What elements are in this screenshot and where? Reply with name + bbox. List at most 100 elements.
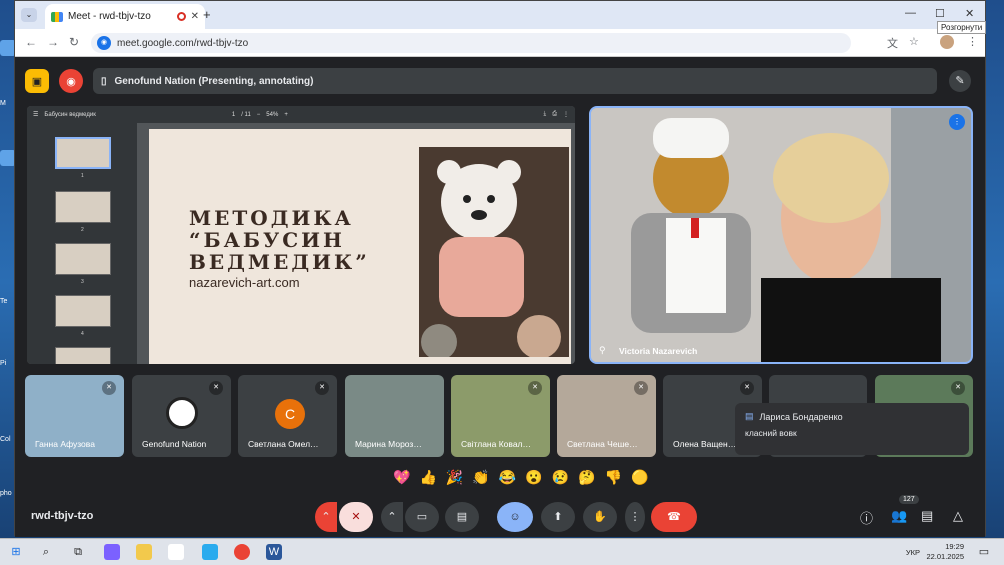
chat-notification[interactable]: ▤ Лариса Бондаренко класний вовк — [735, 403, 969, 455]
maximize-button[interactable]: ☐ — [935, 7, 945, 20]
store-icon[interactable] — [168, 544, 184, 560]
meeting-info-icon[interactable]: ⓘ — [860, 508, 873, 527]
reaction-thumbs-up[interactable]: 👍 — [419, 469, 436, 486]
leave-call-button[interactable]: ☎ — [651, 502, 697, 532]
reaction-bar: 💖 👍 🎉 👏 😂 😮 😢 🤔 👎 🟡 — [393, 469, 648, 486]
tab-search-button[interactable]: ⌄ — [21, 8, 37, 22]
recording-icon[interactable]: ◉ — [59, 69, 83, 93]
forward-icon[interactable]: → — [47, 35, 59, 49]
notifications-icon[interactable]: ▭ — [976, 544, 992, 560]
bookmark-star-icon[interactable]: ☆ — [909, 35, 919, 48]
new-tab-button[interactable]: + — [203, 7, 211, 22]
url-text: meet.google.com/rwd-tbjv-tzo — [117, 37, 249, 49]
task-view-icon[interactable]: ⧉ — [70, 544, 86, 560]
participant-avatar: С — [275, 399, 305, 429]
windows-taskbar: ⊞ ⌕ ⧉ W УКР 19:29 22.01.2025 ▭ — [0, 538, 1004, 565]
thumbnail-number: 3 — [81, 279, 84, 285]
pdf-zoom[interactable]: 54% — [266, 112, 278, 118]
download-icon[interactable]: ⤓ — [544, 111, 547, 118]
muted-mic-icon: ✕ — [634, 381, 648, 395]
close-window-button[interactable]: ✕ — [965, 7, 974, 20]
emoji-reactions-button[interactable]: ☺ — [497, 502, 533, 532]
participant-tile[interactable]: ✕ Ганна Афузова — [25, 375, 124, 457]
thumbnail-number: 1 — [81, 173, 84, 179]
participant-name: Светлана Омел… — [248, 439, 319, 449]
pdf-more-icon[interactable]: ⋮ — [563, 111, 569, 118]
copilot-icon[interactable] — [104, 544, 120, 560]
back-icon[interactable]: ← — [25, 35, 37, 49]
chrome-icon[interactable] — [234, 544, 250, 560]
reaction-thinking[interactable]: 🤔 — [578, 469, 595, 486]
minimize-button[interactable]: — — [905, 7, 916, 19]
clock-date: 22.01.2025 — [926, 552, 964, 561]
participant-tile[interactable]: ✕ Светлана Чеше… — [557, 375, 656, 457]
windows-start-icon[interactable]: ⊞ — [8, 544, 24, 560]
speaker-video-image — [591, 108, 971, 362]
pin-icon[interactable]: ⚲ — [599, 345, 606, 356]
page-thumbnail[interactable] — [55, 295, 111, 327]
more-options-icon[interactable]: ⋮ — [625, 502, 645, 532]
page-thumbnail[interactable] — [55, 347, 111, 364]
close-tab-icon[interactable]: ✕ — [191, 11, 199, 22]
participant-name: Світлана Ковал… — [461, 439, 532, 449]
people-icon[interactable]: 👥 — [891, 508, 907, 524]
reaction-heart[interactable]: 💖 — [393, 469, 410, 486]
page-thumbnail[interactable] — [55, 191, 111, 223]
browser-tab-meet[interactable]: Meet - rwd-tbjv-tzo ✕ — [45, 4, 205, 29]
site-info-icon[interactable]: ◉ — [97, 36, 111, 50]
captions-button[interactable]: ▤ — [445, 502, 479, 532]
speaker-video-tile[interactable]: ⋮ ⚲ Victoria Nazarevich — [589, 106, 973, 364]
translate-icon[interactable]: 文 — [887, 35, 898, 51]
desktop-icon-label: Pi — [0, 360, 7, 367]
reaction-clap[interactable]: 👏 — [472, 469, 489, 486]
search-icon[interactable]: ⌕ — [38, 544, 54, 560]
audio-options-icon[interactable]: ⌃ — [315, 502, 337, 532]
presentation-label: ▯ Genofund Nation (Presenting, annotatin… — [93, 68, 937, 94]
participant-tile[interactable]: Марина Мороз… — [345, 375, 444, 457]
desktop-icon-label: M — [0, 100, 6, 107]
telegram-icon[interactable] — [202, 544, 218, 560]
present-screen-button[interactable]: ⬆ — [541, 502, 575, 532]
profile-avatar[interactable] — [940, 35, 954, 49]
taskbar-clock[interactable]: 19:29 22.01.2025 — [926, 542, 964, 562]
pdf-page-input[interactable]: 1 — [232, 112, 235, 118]
reaction-skin-tone[interactable]: 🟡 — [631, 469, 648, 486]
participant-name: Светлана Чеше… — [567, 439, 638, 449]
activities-icon[interactable]: △ — [953, 508, 963, 524]
participant-tile[interactable]: ✕ Світлана Ковал… — [451, 375, 550, 457]
word-icon[interactable]: W — [266, 544, 282, 560]
zoom-in-icon[interactable]: + — [284, 112, 288, 118]
zoom-out-icon[interactable]: − — [257, 112, 261, 118]
reaction-laugh[interactable]: 😂 — [499, 469, 516, 486]
keyboard-language[interactable]: УКР — [906, 548, 920, 557]
speaker-name: Victoria Nazarevich — [619, 346, 698, 356]
camera-button[interactable]: ▭ — [405, 502, 439, 532]
url-field[interactable]: ◉ meet.google.com/rwd-tbjv-tzo — [91, 33, 851, 53]
reaction-surprised[interactable]: 😮 — [525, 469, 542, 486]
page-thumbnail[interactable] — [55, 243, 111, 275]
pdf-menu-icon[interactable]: ☰ — [33, 111, 38, 118]
chat-message: класний вовк — [745, 428, 797, 438]
browser-menu-icon[interactable]: ⋮ — [967, 35, 978, 48]
page-thumbnail[interactable] — [55, 137, 111, 169]
reload-icon[interactable]: ↻ — [69, 35, 79, 49]
participant-tile[interactable]: ✕ Genofund Nation — [132, 375, 231, 457]
reaction-sad[interactable]: 😢 — [552, 469, 569, 486]
video-options-icon[interactable]: ⌃ — [381, 502, 403, 532]
print-icon[interactable]: ⎙ — [552, 111, 557, 118]
stop-presenting-icon[interactable]: ▣ — [25, 69, 49, 93]
file-explorer-icon[interactable] — [136, 544, 152, 560]
reaction-party[interactable]: 🎉 — [446, 469, 463, 486]
desktop-icon-label: Te — [0, 298, 8, 305]
reaction-thumbs-down[interactable]: 👎 — [605, 469, 622, 486]
participant-name: Genofund Nation — [142, 439, 207, 449]
annotate-pen-icon[interactable]: ✎ — [949, 70, 971, 92]
chat-icon[interactable]: ▤ — [921, 508, 933, 524]
participant-tile[interactable]: С ✕ Светлана Омел… — [238, 375, 337, 457]
mic-off-button[interactable]: ✕ — [339, 502, 373, 532]
knitted-bear-image — [419, 147, 569, 357]
raise-hand-button[interactable]: ✋ — [583, 502, 617, 532]
address-bar: ← → ↻ ◉ meet.google.com/rwd-tbjv-tzo 文 ☆… — [15, 29, 985, 57]
tab-title: Meet - rwd-tbjv-tzo — [68, 11, 151, 22]
muted-mic-icon: ✕ — [209, 381, 223, 395]
